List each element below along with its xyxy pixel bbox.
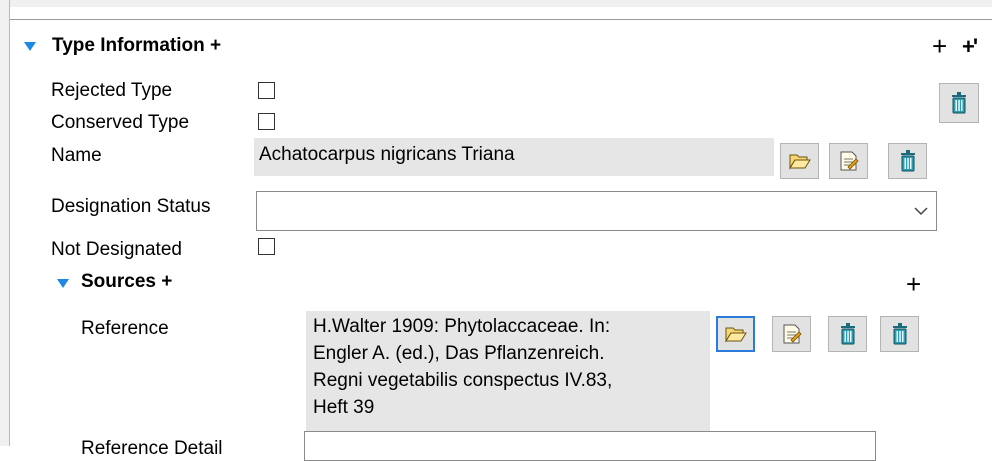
reference-detail-label: Reference Detail xyxy=(81,438,223,459)
conserved-type-label: Conserved Type xyxy=(51,112,190,133)
name-label: Name xyxy=(51,145,102,166)
section-title-plus[interactable]: + xyxy=(210,35,221,56)
sources-title: Sources + xyxy=(81,271,172,293)
section-frame-line xyxy=(10,19,992,20)
left-panel-edge xyxy=(0,0,10,446)
reference-field[interactable]: H.Walter 1909: Phytolaccaceae. In: Engle… xyxy=(306,311,710,431)
reference-line: H.Walter 1909: Phytolaccaceae. In: xyxy=(313,316,611,337)
edit-document-icon xyxy=(783,324,802,344)
rejected-type-label: Rejected Type xyxy=(51,80,173,101)
delete-type-button[interactable] xyxy=(939,83,979,123)
add-all-icon[interactable]: +' xyxy=(962,34,978,60)
folder-open-icon xyxy=(724,327,747,343)
delete-source-button[interactable] xyxy=(880,316,919,352)
edit-reference-button[interactable] xyxy=(772,316,811,352)
open-name-button[interactable] xyxy=(780,143,819,179)
rejected-type-checkbox[interactable] xyxy=(258,82,275,99)
reference-detail-field[interactable] xyxy=(304,431,876,461)
trash-icon xyxy=(952,92,966,114)
reference-line: Regni vegetabilis conspectus IV.83, xyxy=(313,370,613,391)
open-reference-button[interactable] xyxy=(716,316,755,352)
window-top-edge xyxy=(0,0,992,7)
section-title-text: Type Information xyxy=(52,35,205,56)
sources-collapse-triangle-icon[interactable] xyxy=(57,279,69,288)
edit-name-button[interactable] xyxy=(829,143,868,179)
not-designated-checkbox[interactable] xyxy=(258,238,275,255)
reference-line: Heft 39 xyxy=(313,397,375,418)
sources-title-plus[interactable]: + xyxy=(161,271,172,292)
designation-status-combo[interactable] xyxy=(256,191,937,231)
trash-icon xyxy=(892,323,907,345)
collapse-triangle-icon[interactable] xyxy=(24,42,36,51)
reference-line: Engler A. (ed.), Das Pflanzenreich. xyxy=(313,343,605,364)
section-title-type-information: Type Information + xyxy=(52,35,221,57)
folder-open-icon xyxy=(788,154,811,170)
trash-icon xyxy=(840,323,855,345)
delete-name-button[interactable] xyxy=(888,143,927,179)
chevron-down-icon xyxy=(914,207,928,216)
edit-document-icon xyxy=(840,151,859,171)
designation-status-label: Designation Status xyxy=(51,196,211,217)
add-icon[interactable]: + xyxy=(932,33,947,59)
name-value: Achatocarpus nigricans Triana xyxy=(259,144,515,165)
trash-icon xyxy=(900,150,915,172)
not-designated-label: Not Designated xyxy=(51,239,182,260)
delete-reference-button[interactable] xyxy=(828,316,867,352)
reference-label: Reference xyxy=(81,318,169,339)
name-field[interactable]: Achatocarpus nigricans Triana xyxy=(254,138,774,176)
sources-title-text: Sources xyxy=(81,271,156,292)
add-source-icon[interactable]: + xyxy=(906,271,921,297)
conserved-type-checkbox[interactable] xyxy=(258,113,275,130)
